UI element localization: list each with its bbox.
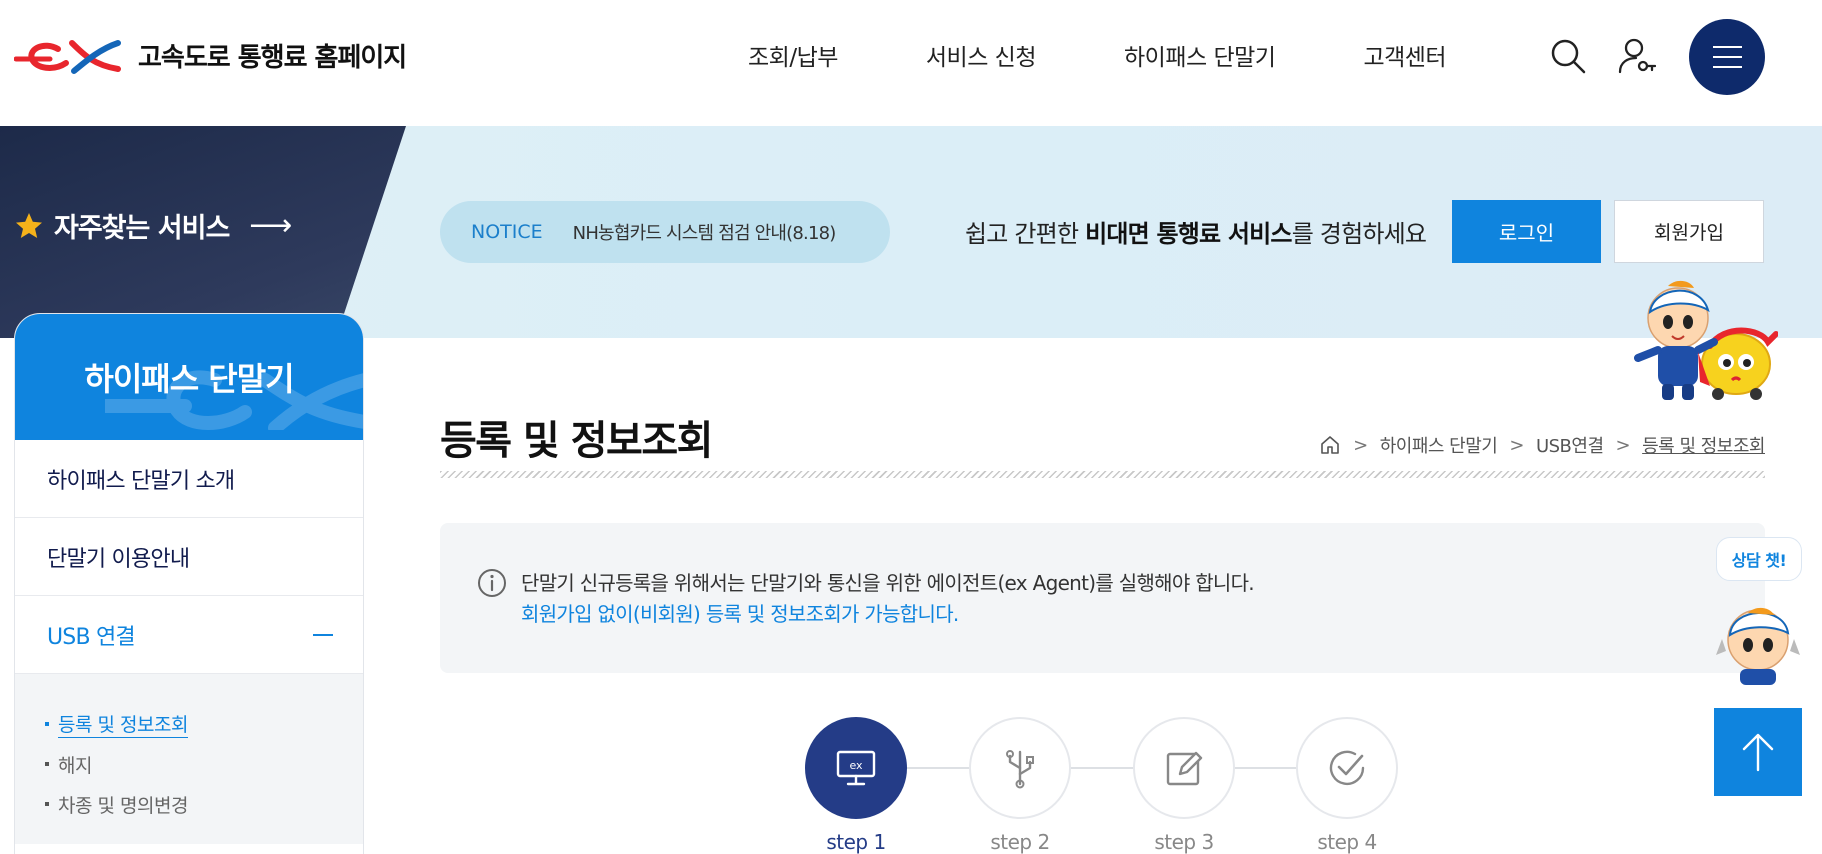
hamburger-icon-line [1713,46,1742,48]
submenu-item-register[interactable]: 등록 및 정보조회 [45,704,363,744]
mascot-illustration [1634,280,1778,400]
breadcrumb: > 하이패스 단말기 > USB연결 > 등록 및 정보조회 [1319,432,1765,458]
chevron-right-icon: > [1615,434,1631,456]
main-nav: 조회/납부 서비스 신청 하이패스 단말기 고객센터 [700,38,1534,72]
top-banner: 자주찾는 서비스 ⟶ NOTICE NH농협카드 시스템 점검 안내(8.18)… [0,126,1822,338]
page-title: 등록 및 정보조회 [440,418,713,464]
side-nav-title-text: 하이패스 단말기 [84,360,294,398]
side-nav-submenu: 등록 및 정보조회 해지 차종 및 명의변경 [15,674,363,844]
promo-prefix: 쉽고 간편한 [965,220,1086,248]
breadcrumb-current[interactable]: 등록 및 정보조회 [1642,432,1765,458]
search-icon[interactable] [1548,36,1588,76]
hamburger-icon-line [1713,56,1742,58]
step-2[interactable] [969,717,1071,819]
side-nav-item-guide[interactable]: 단말기 이용안내 [15,518,363,596]
favorites-link[interactable]: 자주찾는 서비스 ⟶ [14,206,292,245]
info-box: 단말기 신규등록을 위해서는 단말기와 통신을 위한 에이전트(ex Agent… [440,523,1765,673]
info-text-line2: 회원가입 없이(비회원) 등록 및 정보조회가 가능합니다. [521,602,959,626]
side-nav: 하이패스 단말기 하이패스 단말기 소개 단말기 이용안내 USB 연결 등록 … [14,313,364,854]
promo-suffix: 를 경험하세요 [1291,220,1427,248]
step-label: step 1 [826,830,886,854]
step-1[interactable]: ex [805,717,907,819]
title-divider [440,471,1765,478]
check-circle-icon [1329,750,1365,786]
submenu-item-label: 해지 [58,754,92,777]
star-icon [16,212,42,238]
side-nav-item-label: USB 연결 [47,624,136,650]
join-button[interactable]: 회원가입 [1614,200,1764,263]
side-nav-item-label: 단말기 이용안내 [47,546,190,572]
chatbot-mascot-icon[interactable] [1712,535,1802,685]
ex-logo-icon [14,40,121,74]
hamburger-icon-line [1713,66,1742,68]
favorites-label: 자주찾는 서비스 [54,213,230,244]
side-nav-title: 하이패스 단말기 [15,314,363,440]
notice-bar[interactable]: NOTICE NH농협카드 시스템 점검 안내(8.18) [440,201,890,263]
site-header: 고속도로 통행료 홈페이지 조회/납부 서비스 신청 하이패스 단말기 고객센터 [0,0,1822,126]
submenu-item-change[interactable]: 차종 및 명의변경 [45,784,363,824]
breadcrumb-item[interactable]: USB연결 [1536,432,1604,458]
user-key-icon[interactable] [1616,36,1656,76]
notice-text[interactable]: NH농협카드 시스템 점검 안내(8.18) [573,219,837,245]
site-logo[interactable]: 고속도로 통행료 홈페이지 [14,35,407,75]
breadcrumb-item[interactable]: 하이패스 단말기 [1380,432,1498,458]
info-icon [478,569,506,597]
all-menu-button[interactable] [1689,19,1765,95]
nav-item-inquiry-payment[interactable]: 조회/납부 [748,38,838,72]
nav-item-hipass-terminal[interactable]: 하이패스 단말기 [1124,38,1276,72]
submenu-item-label: 등록 및 정보조회 [58,710,188,738]
monitor-agent-icon: ex [836,750,876,786]
arrow-up-icon [1742,733,1774,772]
step-connector [906,767,974,769]
notice-tag: NOTICE [471,221,543,243]
info-text-line1: 단말기 신규등록을 위해서는 단말기와 통신을 위한 에이전트(ex Agent… [521,571,1255,595]
submenu-item-cancel[interactable]: 해지 [45,744,363,784]
home-icon[interactable] [1319,434,1341,456]
promo-bold: 비대면 통행료 서비스 [1085,220,1292,248]
side-nav-item-intro[interactable]: 하이패스 단말기 소개 [15,440,363,518]
scroll-top-button[interactable] [1714,708,1802,796]
step-label: step 4 [1317,830,1377,854]
promo-text: 쉽고 간편한 비대면 통행료 서비스를 경험하세요 [965,214,1427,249]
arrow-right-icon: ⟶ [249,208,292,243]
nav-item-customer-center[interactable]: 고객센터 [1363,38,1446,72]
edit-icon [1166,751,1203,786]
chevron-right-icon: > [1509,434,1524,456]
svg-text:ex: ex [849,759,863,772]
usb-icon [1006,750,1034,789]
step-connector [1070,767,1138,769]
step-label: step 3 [1154,830,1214,854]
collapse-minus-icon[interactable] [313,634,333,636]
nav-item-service-apply[interactable]: 서비스 신청 [926,38,1037,72]
step-connector [1233,767,1301,769]
chevron-right-icon: > [1353,434,1368,456]
logo-text: 고속도로 통행료 홈페이지 [138,42,407,73]
step-label: step 2 [990,830,1050,854]
side-nav-item-label: 하이패스 단말기 소개 [47,468,235,494]
step-3[interactable] [1133,717,1235,819]
step-4[interactable] [1296,717,1398,819]
login-button[interactable]: 로그인 [1452,200,1601,263]
side-nav-item-usb[interactable]: USB 연결 [15,596,363,674]
submenu-item-label: 차종 및 명의변경 [58,794,188,817]
